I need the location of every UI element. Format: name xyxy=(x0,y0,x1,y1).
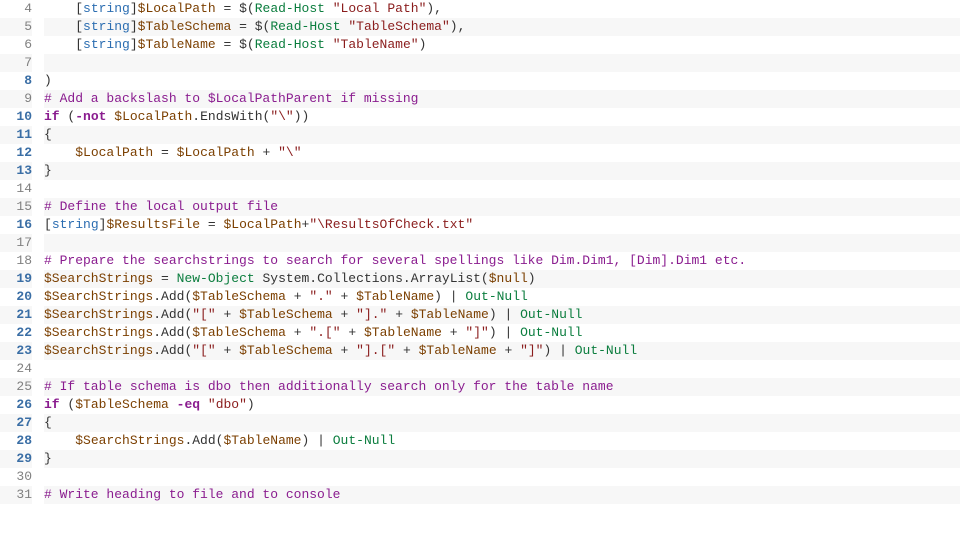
line-number: 6 xyxy=(0,36,32,54)
code-line[interactable]: $SearchStrings = New-Object System.Colle… xyxy=(44,270,960,288)
line-number: 5 xyxy=(0,18,32,36)
code-line[interactable]: ) xyxy=(44,72,960,90)
code-line[interactable]: [string]$LocalPath = $(Read-Host "Local … xyxy=(44,0,960,18)
code-line[interactable]: # Prepare the searchstrings to search fo… xyxy=(44,252,960,270)
line-number: 31 xyxy=(0,486,32,504)
line-number: 25 xyxy=(0,378,32,396)
line-number: 26 xyxy=(0,396,32,414)
line-number: 12 xyxy=(0,144,32,162)
code-line[interactable]: } xyxy=(44,162,960,180)
line-number: 13 xyxy=(0,162,32,180)
code-line[interactable]: [string]$TableSchema = $(Read-Host "Tabl… xyxy=(44,18,960,36)
code-line[interactable]: if (-not $LocalPath.EndsWith("\")) xyxy=(44,108,960,126)
line-number: 4 xyxy=(0,0,32,18)
code-line[interactable]: if ($TableSchema -eq "dbo") xyxy=(44,396,960,414)
code-line[interactable]: $SearchStrings.Add($TableName) | Out-Nul… xyxy=(44,432,960,450)
line-number: 10 xyxy=(0,108,32,126)
code-line[interactable]: } xyxy=(44,450,960,468)
code-line[interactable]: # Add a backslash to $LocalPathParent if… xyxy=(44,90,960,108)
code-line[interactable]: $SearchStrings.Add("[" + $TableSchema + … xyxy=(44,342,960,360)
line-number: 27 xyxy=(0,414,32,432)
line-number: 14 xyxy=(0,180,32,198)
code-line[interactable] xyxy=(44,234,960,252)
line-number: 23 xyxy=(0,342,32,360)
code-line[interactable]: $SearchStrings.Add("[" + $TableSchema + … xyxy=(44,306,960,324)
line-number: 21 xyxy=(0,306,32,324)
line-gutter: 4567891011121314151617181920212223242526… xyxy=(0,0,40,540)
line-number: 11 xyxy=(0,126,32,144)
code-line[interactable] xyxy=(44,180,960,198)
line-number: 20 xyxy=(0,288,32,306)
code-area[interactable]: [string]$LocalPath = $(Read-Host "Local … xyxy=(40,0,960,540)
line-number: 24 xyxy=(0,360,32,378)
code-line[interactable]: $SearchStrings.Add($TableSchema + "." + … xyxy=(44,288,960,306)
line-number: 8 xyxy=(0,72,32,90)
line-number: 19 xyxy=(0,270,32,288)
code-line[interactable] xyxy=(44,360,960,378)
code-line[interactable]: $LocalPath = $LocalPath + "\" xyxy=(44,144,960,162)
line-number: 16 xyxy=(0,216,32,234)
code-line[interactable]: $SearchStrings.Add($TableSchema + ".[" +… xyxy=(44,324,960,342)
line-number: 17 xyxy=(0,234,32,252)
line-number: 30 xyxy=(0,468,32,486)
code-line[interactable]: # Write heading to file and to console xyxy=(44,486,960,504)
line-number: 7 xyxy=(0,54,32,72)
line-number: 29 xyxy=(0,450,32,468)
code-line[interactable]: { xyxy=(44,414,960,432)
line-number: 9 xyxy=(0,90,32,108)
line-number: 28 xyxy=(0,432,32,450)
line-number: 15 xyxy=(0,198,32,216)
code-line[interactable]: # If table schema is dbo then additional… xyxy=(44,378,960,396)
code-editor[interactable]: 4567891011121314151617181920212223242526… xyxy=(0,0,960,540)
line-number: 18 xyxy=(0,252,32,270)
code-line[interactable] xyxy=(44,54,960,72)
code-line[interactable]: [string]$TableName = $(Read-Host "TableN… xyxy=(44,36,960,54)
code-line[interactable] xyxy=(44,468,960,486)
code-line[interactable]: # Define the local output file xyxy=(44,198,960,216)
code-line[interactable]: [string]$ResultsFile = $LocalPath+"\Resu… xyxy=(44,216,960,234)
code-line[interactable]: { xyxy=(44,126,960,144)
line-number: 22 xyxy=(0,324,32,342)
